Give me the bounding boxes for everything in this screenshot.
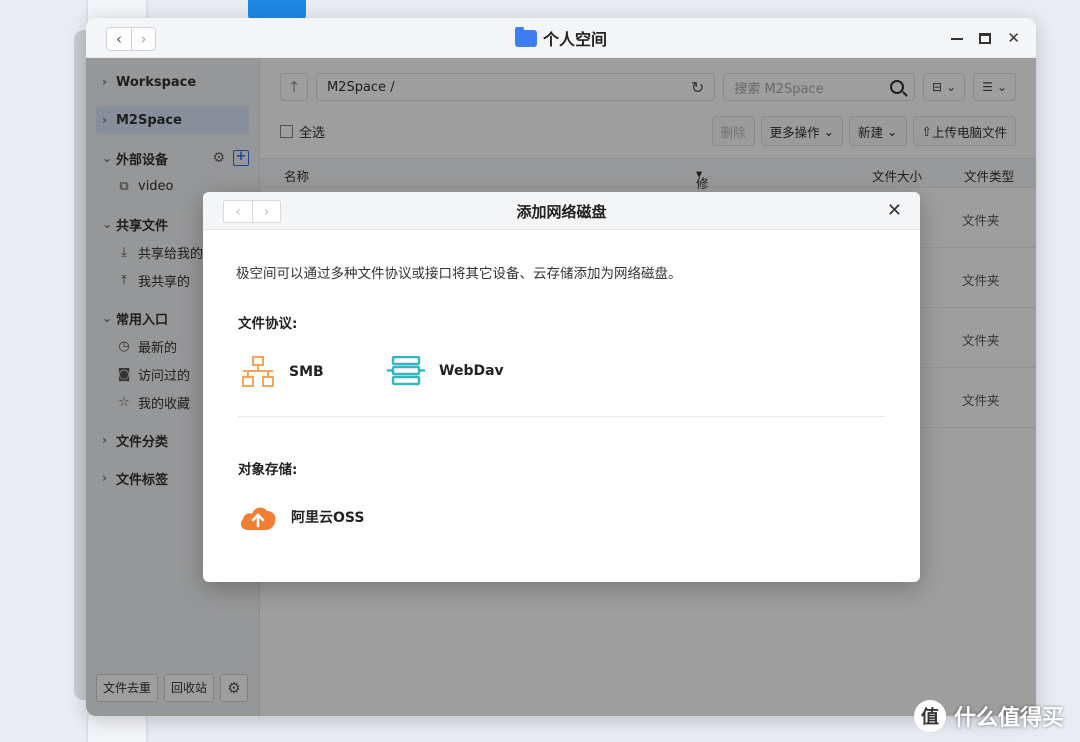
network-icon — [242, 356, 274, 387]
maximize-button[interactable] — [979, 32, 992, 44]
folder-icon — [514, 26, 537, 47]
watermark-logo-icon: 值 — [913, 700, 946, 732]
cloud-upload-icon — [240, 507, 276, 530]
close-window-button[interactable]: ✕ — [1007, 29, 1020, 47]
window-title-text: 个人空间 — [542, 30, 607, 49]
watermark-text: 什么值得买 — [953, 706, 1064, 731]
dialog-header: ‹ › 添加网络磁盘 ✕ — [203, 192, 920, 230]
section-divider — [238, 416, 885, 417]
protocol-label: SMB — [289, 364, 324, 380]
dialog-title: 添加网络磁盘 — [516, 202, 607, 221]
protocol-smb[interactable]: SMB — [241, 356, 324, 388]
window-titlebar: ‹ › 个人空间 ✕ — [86, 18, 1036, 58]
dialog-description: 极空间可以通过多种文件协议或接口将其它设备、云存储添加为网络磁盘。 — [236, 266, 682, 282]
close-icon[interactable]: ✕ — [887, 200, 902, 221]
server-stack-icon — [387, 356, 425, 386]
window-title: 个人空间 — [86, 18, 1036, 58]
storage-aliyun-oss[interactable]: 阿里云OSS — [239, 502, 364, 532]
window-controls: ✕ — [951, 18, 1020, 58]
object-storage-section-title: 对象存储: — [238, 462, 298, 478]
watermark: 值 什么值得买 — [913, 700, 1064, 732]
protocol-section-title: 文件协议: — [238, 316, 298, 332]
protocol-webdav[interactable]: WebDav — [387, 356, 504, 386]
add-network-disk-dialog: ‹ › 添加网络磁盘 ✕ 极空间可以通过多种文件协议或接口将其它设备、云存储添加… — [203, 192, 920, 582]
storage-label: 阿里云OSS — [291, 510, 365, 526]
minimize-button[interactable] — [951, 38, 964, 40]
protocol-label: WebDav — [439, 363, 504, 379]
